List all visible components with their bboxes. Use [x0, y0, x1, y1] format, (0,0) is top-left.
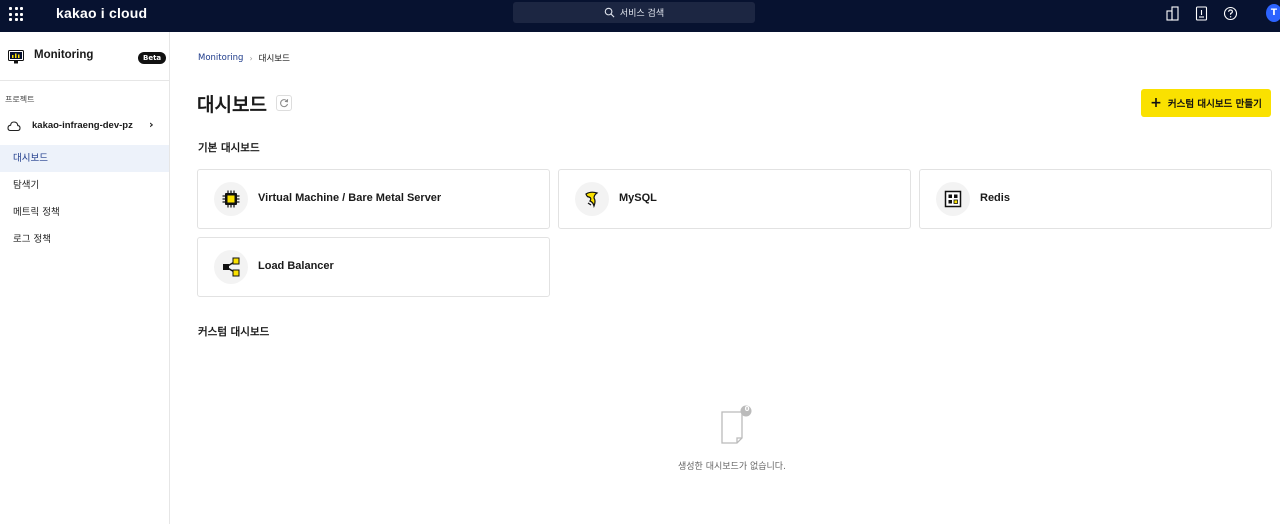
dashboard-card-vm[interactable]: Virtual Machine / Bare Metal Server — [197, 169, 550, 229]
card-label: Load Balancer — [258, 260, 334, 272]
sidebar-header: Monitoring Beta — [0, 32, 169, 81]
refresh-icon — [280, 99, 289, 108]
document-icon[interactable] — [1194, 6, 1209, 21]
empty-state-text: 생성한 대시보드가 없습니다. — [678, 462, 786, 472]
basic-dashboard-heading: 기본 대시보드 — [198, 142, 260, 154]
custom-dashboard-heading: 커스텀 대시보드 — [198, 326, 270, 338]
create-custom-dashboard-button[interactable]: + 커스텀 대시보드 만들기 — [1141, 89, 1271, 117]
help-icon[interactable] — [1223, 6, 1238, 21]
mysql-dolphin-icon — [575, 182, 609, 216]
building-icon[interactable] — [1165, 6, 1180, 21]
cloud-icon — [7, 121, 21, 132]
user-avatar[interactable]: T — [1266, 4, 1280, 22]
card-label: MySQL — [619, 192, 657, 204]
card-label: Virtual Machine / Bare Metal Server — [258, 192, 442, 204]
project-name: kakao-infraeng-dev-pz — [32, 120, 133, 131]
beta-badge: Beta — [138, 52, 167, 64]
project-label: 프로젝트 — [5, 95, 35, 104]
chevron-right-icon: › — [149, 118, 154, 131]
breadcrumb: Monitoring › 대시보드 — [198, 52, 290, 64]
search-placeholder: 서비스 검색 — [619, 9, 665, 19]
sidebar-item-dashboard[interactable]: 대시보드 — [0, 145, 169, 172]
sidebar-item-explorer[interactable]: 탐색기 — [0, 172, 169, 199]
refresh-button[interactable] — [276, 95, 292, 111]
service-title: Monitoring — [34, 49, 94, 61]
brand-logo[interactable]: kakao i cloud — [56, 5, 147, 21]
monitor-icon — [8, 50, 24, 64]
card-label: Redis — [980, 192, 1010, 204]
page-title: 대시보드 — [197, 94, 267, 116]
share-nodes-icon — [214, 250, 248, 284]
dashboard-card-mysql[interactable]: MySQL — [558, 169, 911, 229]
plus-icon: + — [1150, 95, 1162, 111]
breadcrumb-separator-icon: › — [249, 53, 253, 63]
empty-count-badge: 0 — [744, 405, 750, 413]
breadcrumb-current: 대시보드 — [258, 54, 290, 64]
create-button-label: 커스텀 대시보드 만들기 — [1167, 99, 1262, 110]
top-bar: kakao i cloud 서비스 검색 T — [0, 0, 1280, 32]
app-grid-icon[interactable] — [9, 7, 23, 21]
chip-icon — [214, 182, 248, 216]
sidebar-item-metric-policy[interactable]: 메트릭 정책 — [0, 199, 169, 226]
dashboard-card-redis[interactable]: Redis — [919, 169, 1272, 229]
search-icon — [604, 7, 615, 18]
dashboard-card-load-balancer[interactable]: Load Balancer — [197, 237, 550, 297]
project-selector[interactable]: kakao-infraeng-dev-pz › — [0, 112, 169, 140]
service-search[interactable]: 서비스 검색 — [513, 2, 755, 23]
breadcrumb-monitoring[interactable]: Monitoring — [198, 53, 243, 63]
sidebar-item-log-policy[interactable]: 로그 정책 — [0, 226, 169, 253]
redis-grid-icon — [936, 182, 970, 216]
sidebar: Monitoring Beta 프로젝트 kakao-infraeng-dev-… — [0, 32, 170, 524]
